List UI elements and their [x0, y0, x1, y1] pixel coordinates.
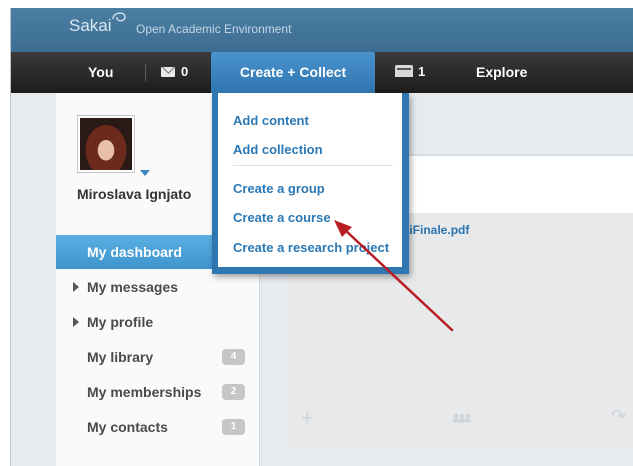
logo: Sakai [69, 16, 112, 35]
sidebar-item-label: My messages [87, 279, 179, 295]
sidebar-item-label: My library [87, 349, 154, 365]
triangle-right-icon [73, 282, 79, 292]
tray-icon [395, 65, 413, 77]
envelope-icon [161, 67, 175, 77]
people-icon[interactable] [451, 413, 473, 423]
sidebar-item-label: My memberships [87, 384, 202, 400]
sidebar-item-label: My profile [87, 314, 154, 330]
app-window: Sakai Open Academic Environment You 0 Cr… [10, 8, 633, 466]
avatar[interactable] [77, 115, 135, 173]
triangle-right-icon [73, 317, 79, 327]
nav-messages[interactable]: 0 [161, 52, 188, 93]
sidebar-item-messages[interactable]: My messages [56, 270, 259, 304]
create-collect-button[interactable]: Create + Collect [211, 52, 375, 93]
sidebar-item-memberships[interactable]: My memberships 2 [56, 375, 259, 409]
logo-swirl-icon [112, 12, 126, 22]
nav-divider [145, 64, 146, 81]
nav-inbox[interactable]: 1 [395, 52, 425, 93]
inbox-count: 1 [418, 64, 426, 79]
nav-explore[interactable]: Explore [476, 52, 527, 93]
share-icon[interactable]: ↷ [611, 406, 626, 427]
sidebar-item-library[interactable]: My library 4 [56, 340, 259, 374]
count-badge: 1 [222, 419, 245, 435]
sidebar-item-profile[interactable]: My profile [56, 305, 259, 339]
count-badge: 4 [222, 349, 245, 365]
create-menu-list: Add content Add collection Create a grou… [218, 93, 402, 267]
user-name: Miroslava Ignjato [77, 186, 192, 202]
sidebar-item-contacts[interactable]: My contacts 1 [56, 410, 259, 444]
menu-item-add-collection[interactable]: Add collection [233, 142, 323, 157]
brand-bar: Sakai Open Academic Environment [11, 8, 633, 52]
menu-item-add-content[interactable]: Add content [233, 113, 309, 128]
sidebar-item-label: My contacts [87, 419, 168, 435]
menu-item-create-group[interactable]: Create a group [233, 181, 325, 196]
avatar-photo [80, 118, 132, 170]
messages-count: 0 [181, 64, 189, 79]
menu-item-create-course[interactable]: Create a course [233, 210, 331, 225]
plus-icon[interactable]: + [301, 405, 314, 431]
count-badge: 2 [222, 384, 245, 400]
top-nav: You 0 Create + Collect 1 Explore [11, 52, 633, 93]
sidebar-item-label: My dashboard [87, 244, 182, 260]
tagline: Open Academic Environment [136, 22, 292, 36]
menu-item-create-research-project[interactable]: Create a research project [233, 240, 389, 255]
chevron-down-icon[interactable] [140, 170, 150, 176]
nav-you[interactable]: You [88, 52, 113, 93]
menu-divider [233, 165, 393, 166]
create-menu: Add content Add collection Create a grou… [212, 93, 409, 274]
